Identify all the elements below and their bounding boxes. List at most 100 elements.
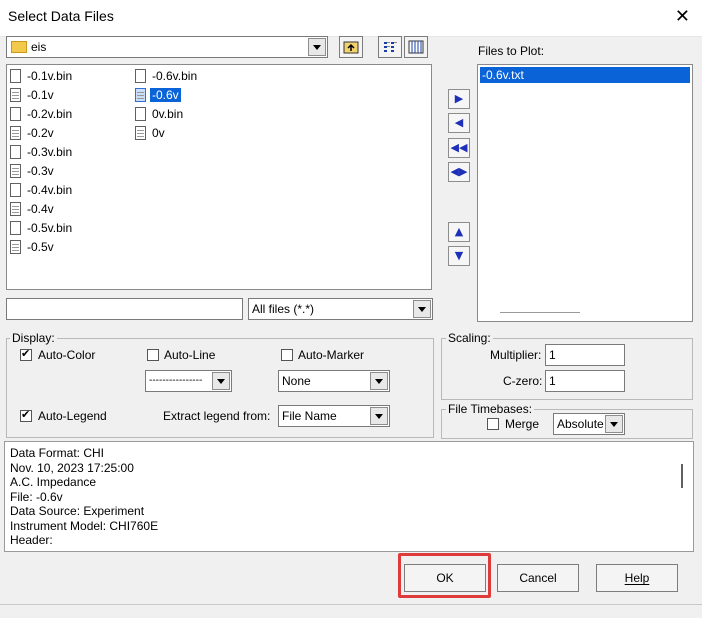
auto-legend-checkbox[interactable] xyxy=(20,408,32,422)
move-up-button[interactable]: ▲ xyxy=(448,222,470,242)
scaling-group-label: Scaling: xyxy=(446,331,493,345)
file-item-label: -0.1v xyxy=(27,87,54,102)
file-name-input[interactable] xyxy=(6,298,243,320)
info-line: Nov. 10, 2023 17:25:00 xyxy=(10,460,134,475)
folder-combo[interactable]: eis xyxy=(6,36,328,58)
file-item-label: -0.4v.bin xyxy=(27,182,73,197)
list-view-icon xyxy=(384,42,397,52)
status-strip xyxy=(0,604,702,618)
multiplier-input[interactable]: 1 xyxy=(545,344,625,366)
file-type-combo[interactable]: All files (*.*) xyxy=(248,298,433,320)
highlight-frame xyxy=(398,553,491,598)
text-file-icon xyxy=(10,87,21,102)
text-file-icon xyxy=(10,201,21,216)
marker-combo[interactable]: None xyxy=(278,370,390,392)
details-view-icon xyxy=(408,40,424,54)
czero-input[interactable]: 1 xyxy=(545,370,625,392)
remove-all-button[interactable]: ◀◀ xyxy=(448,138,470,158)
folder-up-icon xyxy=(343,41,359,54)
multiplier-label: Multiplier: xyxy=(490,348,542,362)
vertical-scrollbar-thumb[interactable] xyxy=(681,464,683,488)
text-file-icon xyxy=(10,163,21,178)
line-style-combo[interactable]: ---------------- xyxy=(145,370,232,392)
file-item[interactable]: -0.1v.bin xyxy=(10,68,74,86)
blank-file-icon xyxy=(10,106,21,121)
auto-marker-checkbox[interactable] xyxy=(281,349,293,361)
merge-label: Merge xyxy=(505,417,540,431)
file-item-label: -0.3v.bin xyxy=(27,144,73,159)
chevron-down-icon[interactable] xyxy=(413,300,431,318)
move-down-button[interactable]: ▼ xyxy=(448,246,470,266)
details-view-button[interactable] xyxy=(404,36,428,58)
remove-file-button[interactable]: ◀ xyxy=(448,113,470,133)
czero-label: C-zero: xyxy=(503,374,543,388)
cancel-button[interactable]: Cancel xyxy=(497,564,579,592)
plot-list-item[interactable]: -0.6v.txt xyxy=(480,67,690,83)
files-to-plot-list[interactable]: -0.6v.txt xyxy=(477,64,693,322)
file-item[interactable]: -0.1v xyxy=(10,87,56,105)
merge-checkbox[interactable] xyxy=(487,418,499,430)
info-line: Data Format: CHI xyxy=(10,446,105,460)
text-file-icon xyxy=(10,125,21,140)
files-to-plot-label: Files to Plot: xyxy=(478,44,545,58)
file-item[interactable]: 0v xyxy=(135,125,167,143)
auto-color-label: Auto-Color xyxy=(38,348,96,362)
blank-file-icon xyxy=(135,68,146,83)
file-item[interactable]: -0.2v.bin xyxy=(10,106,74,124)
blank-file-icon xyxy=(10,144,21,159)
folder-up-button[interactable] xyxy=(339,36,363,58)
display-group-label: Display: xyxy=(10,331,57,345)
auto-legend-label: Auto-Legend xyxy=(38,409,107,423)
close-icon[interactable]: ✕ xyxy=(675,6,690,27)
auto-line-checkbox[interactable] xyxy=(147,349,159,361)
chevron-down-icon[interactable] xyxy=(212,372,230,390)
file-item-label: -0.3v xyxy=(27,163,54,178)
add-file-button[interactable]: ▶ xyxy=(448,89,470,109)
info-line: Instrument Model: CHI760E xyxy=(10,518,159,533)
blank-file-icon xyxy=(135,106,146,121)
text-file-icon xyxy=(135,125,146,140)
file-item[interactable]: -0.4v xyxy=(10,201,56,219)
list-view-button[interactable] xyxy=(378,36,402,58)
timebases-mode-combo[interactable]: Absolute xyxy=(553,413,625,435)
horizontal-scrollbar[interactable] xyxy=(500,312,580,313)
chevron-down-icon[interactable] xyxy=(370,372,388,390)
folder-icon xyxy=(11,41,27,53)
file-item[interactable]: -0.6v xyxy=(135,87,181,105)
help-button[interactable]: Help xyxy=(596,564,678,592)
file-item-label: -0.2v.bin xyxy=(27,106,73,121)
auto-color-checkbox[interactable] xyxy=(20,347,32,361)
extract-legend-combo[interactable]: File Name xyxy=(278,405,390,427)
folder-combo-value: eis xyxy=(31,40,47,54)
timebases-group-label: File Timebases: xyxy=(446,402,535,416)
file-item[interactable]: -0.2v xyxy=(10,125,56,143)
file-item[interactable]: -0.5v.bin xyxy=(10,220,74,238)
file-item[interactable]: 0v.bin xyxy=(135,106,185,124)
auto-marker-label: Auto-Marker xyxy=(298,348,365,362)
chevron-down-icon[interactable] xyxy=(370,407,388,425)
text-file-icon xyxy=(10,239,21,254)
chevron-down-icon[interactable] xyxy=(308,38,326,56)
file-item-label: 0v xyxy=(152,125,165,140)
file-item[interactable]: -0.5v xyxy=(10,239,56,257)
data-info-box[interactable]: Data Format: CHI Nov. 10, 2023 17:25:00 A.… xyxy=(4,441,694,552)
swap-button[interactable]: ◀▶ xyxy=(448,162,470,182)
file-type-value: All files (*.*) xyxy=(252,302,315,316)
info-line: File: -0.6v xyxy=(10,489,63,504)
info-line: A.C. Impedance xyxy=(10,475,97,489)
auto-line-label: Auto-Line xyxy=(164,348,216,362)
info-line: Data Source: Experiment xyxy=(10,504,145,518)
file-item[interactable]: -0.4v.bin xyxy=(10,182,74,200)
file-item-label: -0.6v.bin xyxy=(152,68,198,83)
window-title: Select Data Files xyxy=(8,8,114,24)
chevron-down-icon[interactable] xyxy=(605,415,623,433)
file-item[interactable]: -0.3v xyxy=(10,163,56,181)
blank-file-icon xyxy=(10,68,21,83)
blank-file-icon xyxy=(10,220,21,235)
file-list[interactable]: -0.1v.bin -0.1v -0.2v.bin -0.2v -0.3v.bin -0.… xyxy=(6,64,432,290)
file-item-label: -0.5v.bin xyxy=(27,220,73,235)
file-item[interactable]: -0.6v.bin xyxy=(135,68,199,86)
file-item[interactable]: -0.3v.bin xyxy=(10,144,74,162)
text-file-icon xyxy=(135,87,146,102)
file-item-label: 0v.bin xyxy=(152,106,184,121)
